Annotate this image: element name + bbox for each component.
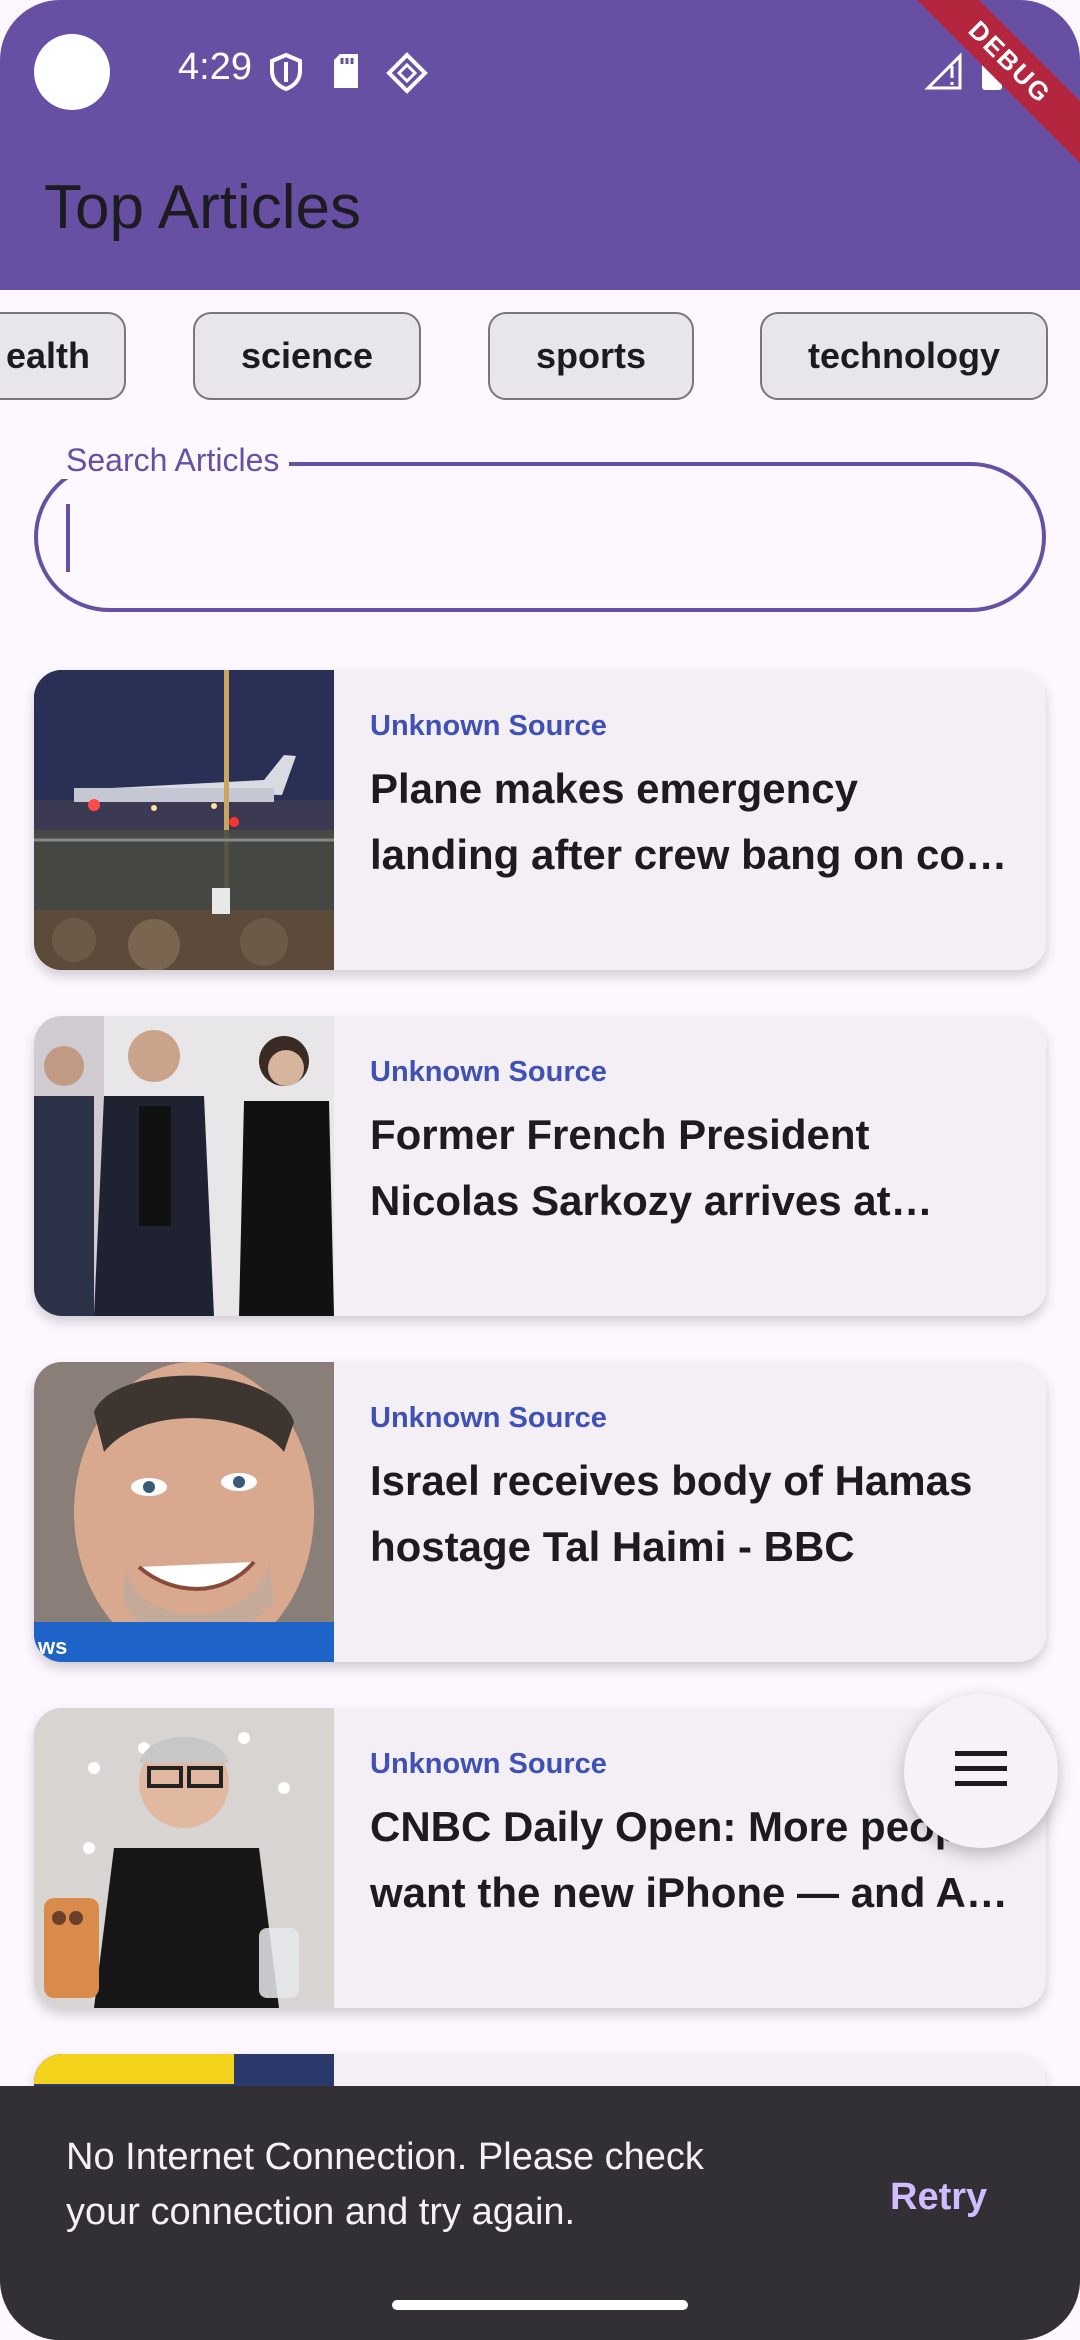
article-headline: Former French President Nicolas Sarkozy … xyxy=(370,1111,891,1224)
article-headline: Plane makes emergency landing after crew… xyxy=(370,765,1008,878)
image-caption: ws xyxy=(37,1634,67,1659)
article-card[interactable]: ws Unknown Source Israel receives body o… xyxy=(34,1362,1046,1662)
menu-fab[interactable] xyxy=(904,1694,1058,1848)
text-caret xyxy=(66,504,70,572)
chip-health[interactable]: ealth xyxy=(0,312,126,400)
shield-icon xyxy=(268,52,304,97)
category-chips: ealth science sports technology xyxy=(0,312,1080,406)
app-bar: 4:29 DEBUG Top Articles xyxy=(0,0,1080,290)
home-indicator[interactable] xyxy=(392,2300,688,2310)
snackbar-message: No Internet Connection. Please check you… xyxy=(66,2136,704,2233)
screen: 4:29 DEBUG Top Articles ealth science sp… xyxy=(0,0,1080,2340)
article-source: Unknown Source xyxy=(370,710,607,742)
chip-technology[interactable]: technology xyxy=(760,312,1048,400)
article-card[interactable]: Unknown Source CNBC Daily Open: More peo… xyxy=(34,1708,1046,2008)
camera-cutout xyxy=(34,34,110,110)
chip-sports[interactable]: sports xyxy=(488,312,694,400)
retry-button[interactable]: Retry xyxy=(890,2176,987,2219)
signal-icon xyxy=(924,52,964,97)
status-bar: 4:29 DEBUG xyxy=(0,0,1080,170)
article-source: Unknown Source xyxy=(370,1056,607,1088)
article-card[interactable]: Unknown Source Plane makes emergency lan… xyxy=(34,670,1046,970)
chip-science[interactable]: science xyxy=(193,312,421,400)
search-input[interactable] xyxy=(66,500,1010,578)
menu-icon xyxy=(955,1749,1007,1794)
status-time: 4:29 xyxy=(178,46,252,88)
article-thumbnail xyxy=(34,670,334,970)
search-label: Search Articles xyxy=(56,442,290,479)
article-source: Unknown Source xyxy=(370,1402,607,1434)
page-title: Top Articles xyxy=(44,173,362,242)
article-card[interactable]: Unknown Source Former French President N… xyxy=(34,1016,1046,1316)
article-thumbnail: ws xyxy=(34,1362,334,1662)
sd-card-icon xyxy=(330,52,362,95)
article-thumbnail xyxy=(34,1016,334,1316)
article-thumbnail xyxy=(34,1708,334,2008)
article-source: Unknown Source xyxy=(370,1748,607,1780)
article-headline: Israel receives body of Hamas hostage Ta… xyxy=(370,1457,973,1570)
cast-diamond-icon xyxy=(386,52,428,99)
